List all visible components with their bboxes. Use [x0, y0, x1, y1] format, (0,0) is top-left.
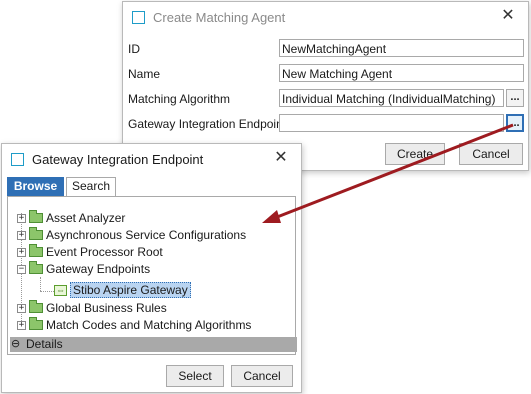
folder-icon — [29, 244, 43, 257]
tree-item-label: Stibo Aspire Gateway — [70, 282, 191, 298]
name-field[interactable]: New Matching Agent — [279, 64, 524, 82]
tree-item-label: Event Processor Root — [46, 245, 163, 259]
create-dialog-titlebar[interactable]: Create Matching Agent ✕ — [123, 2, 528, 32]
gateway-endpoint-label: Gateway Integration Endpoint — [128, 117, 287, 131]
matching-algorithm-label: Matching Algorithm — [128, 92, 231, 106]
tree-item-async-service-configurations[interactable]: + Asynchronous Service Configurations — [17, 227, 246, 243]
id-label: ID — [128, 42, 140, 56]
matching-algorithm-field[interactable]: Individual Matching (IndividualMatching) — [279, 89, 504, 107]
gateway-icon: ⇔ — [54, 284, 67, 296]
tree-item-label: Global Business Rules — [46, 301, 167, 315]
expand-icon[interactable]: + — [17, 320, 26, 330]
expand-icon[interactable]: + — [17, 213, 26, 223]
expand-icon[interactable]: + — [17, 247, 26, 257]
expand-icon[interactable]: + — [17, 230, 26, 240]
tree-item-label: Asynchronous Service Configurations — [46, 228, 247, 242]
details-toggle-icon[interactable]: ⊖ — [11, 338, 20, 350]
folder-icon — [29, 317, 43, 330]
tree-item-stibo-aspire-gateway[interactable]: ⇔ Stibo Aspire Gateway — [54, 282, 191, 298]
tab-browse[interactable]: Browse — [7, 177, 64, 196]
name-label: Name — [128, 67, 161, 81]
gateway-endpoint-dialog: Gateway Integration Endpoint ✕ Browse Se… — [1, 143, 302, 393]
gateway-dialog-title: Gateway Integration Endpoint — [32, 151, 204, 167]
matching-algorithm-browse-button[interactable]: ... — [506, 89, 524, 107]
tree-connector-line — [40, 291, 54, 292]
tree-item-label: Gateway Endpoints — [46, 262, 151, 276]
expand-icon[interactable]: + — [17, 303, 26, 313]
create-dialog-title: Create Matching Agent — [153, 9, 286, 25]
cancel-button[interactable]: Cancel — [459, 143, 523, 165]
close-icon[interactable]: ✕ — [273, 150, 289, 166]
close-icon[interactable]: ✕ — [500, 8, 516, 24]
collapse-icon[interactable]: − — [17, 264, 26, 274]
tree-item-gateway-endpoints[interactable]: − Gateway Endpoints — [17, 261, 150, 277]
tree-item-asset-analyzer[interactable]: + Asset Analyzer — [17, 210, 125, 226]
tree-item-global-business-rules[interactable]: + Global Business Rules — [17, 300, 167, 316]
details-label: Details — [26, 337, 63, 351]
tree-connector-line — [40, 277, 41, 291]
tree-item-event-processor-root[interactable]: + Event Processor Root — [17, 244, 163, 260]
gateway-endpoint-field[interactable] — [279, 114, 504, 132]
create-button[interactable]: Create — [385, 143, 445, 165]
cancel-button[interactable]: Cancel — [231, 365, 293, 387]
tab-search[interactable]: Search — [66, 177, 116, 196]
tree-panel: + Asset Analyzer + Asynchronous Service … — [7, 196, 296, 355]
window-icon — [132, 10, 145, 24]
tree-item-label: Match Codes and Matching Algorithms — [46, 318, 252, 332]
gateway-dialog-titlebar[interactable]: Gateway Integration Endpoint ✕ — [2, 144, 301, 174]
folder-icon — [29, 261, 43, 274]
select-button[interactable]: Select — [166, 365, 224, 387]
folder-icon — [29, 210, 43, 223]
window-icon — [11, 152, 24, 166]
gateway-endpoint-browse-button[interactable]: ... — [506, 114, 524, 132]
folder-icon — [29, 300, 43, 313]
details-bar[interactable]: ⊖ Details — [10, 337, 297, 352]
id-field[interactable]: NewMatchingAgent — [279, 39, 524, 57]
tree-item-label: Asset Analyzer — [46, 211, 126, 225]
folder-icon — [29, 227, 43, 240]
tree-item-match-codes-algorithms[interactable]: + Match Codes and Matching Algorithms — [17, 317, 251, 333]
